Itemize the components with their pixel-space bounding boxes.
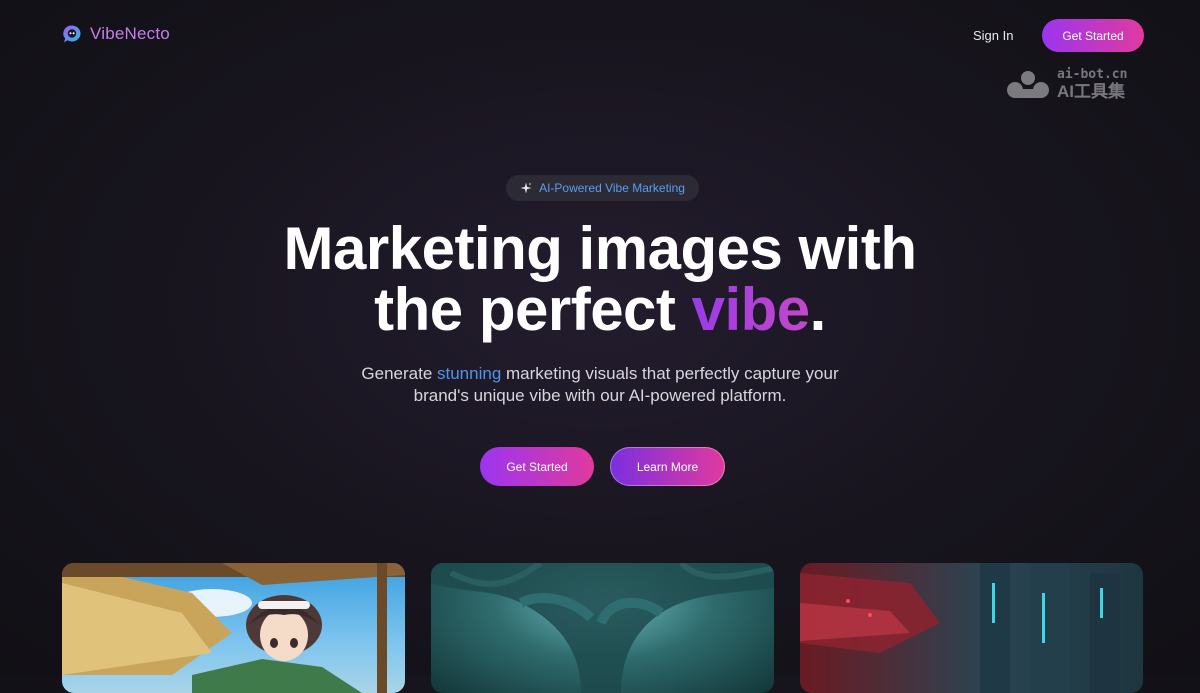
hero-get-started-button[interactable]: Get Started [480,447,594,486]
gallery-image-anime-village[interactable] [62,563,405,693]
hero-subtitle-mid: marketing visuals that perfectly capture… [501,364,839,383]
hero-title-line1: Marketing images with [283,215,917,282]
gallery-image-cyber-city[interactable] [800,563,1143,693]
tree-scene-illustration [431,563,774,693]
hero-title-line2-pre: the perfect [374,276,692,343]
anime-scene-illustration [62,563,405,693]
hero-subtitle-pre: Generate [361,364,437,383]
watermark-logo-icon [1007,71,1049,98]
watermark-label: AI工具集 [1057,82,1125,101]
hero-title-line2-post: . [809,276,827,343]
brand-name: VibeNecto [90,24,170,43]
gallery-image-enchanted-tree[interactable] [431,563,774,693]
hero-subtitle-line2: brand's unique vibe with our AI-powered … [413,386,787,405]
watermark: ai-bot.cn AI工具集 [1005,68,1127,100]
watermark-domain: ai-bot.cn [1057,67,1128,82]
hero-title: Marketing images with the perfect vibe. [0,218,1200,340]
hero-learn-more-button[interactable]: Learn More [610,447,725,486]
city-scene-illustration [800,563,1120,693]
hero-subtitle-highlight: stunning [437,364,502,383]
badge-label: AI-Powered Vibe Marketing [539,181,685,195]
sign-in-link[interactable]: Sign In [973,28,1013,43]
brand-logo-icon [63,25,81,43]
hero-badge: AI-Powered Vibe Marketing [506,175,699,201]
nav-get-started-button[interactable]: Get Started [1042,19,1144,52]
sparkle-icon [520,182,532,194]
hero-title-highlight: vibe [691,276,811,343]
top-nav: VibeNecto Sign In Get Started ai-bot.cn … [0,0,1200,100]
hero-subtitle: Generate stunning marketing visuals that… [0,363,1200,407]
brand-link[interactable]: VibeNecto [62,24,170,44]
